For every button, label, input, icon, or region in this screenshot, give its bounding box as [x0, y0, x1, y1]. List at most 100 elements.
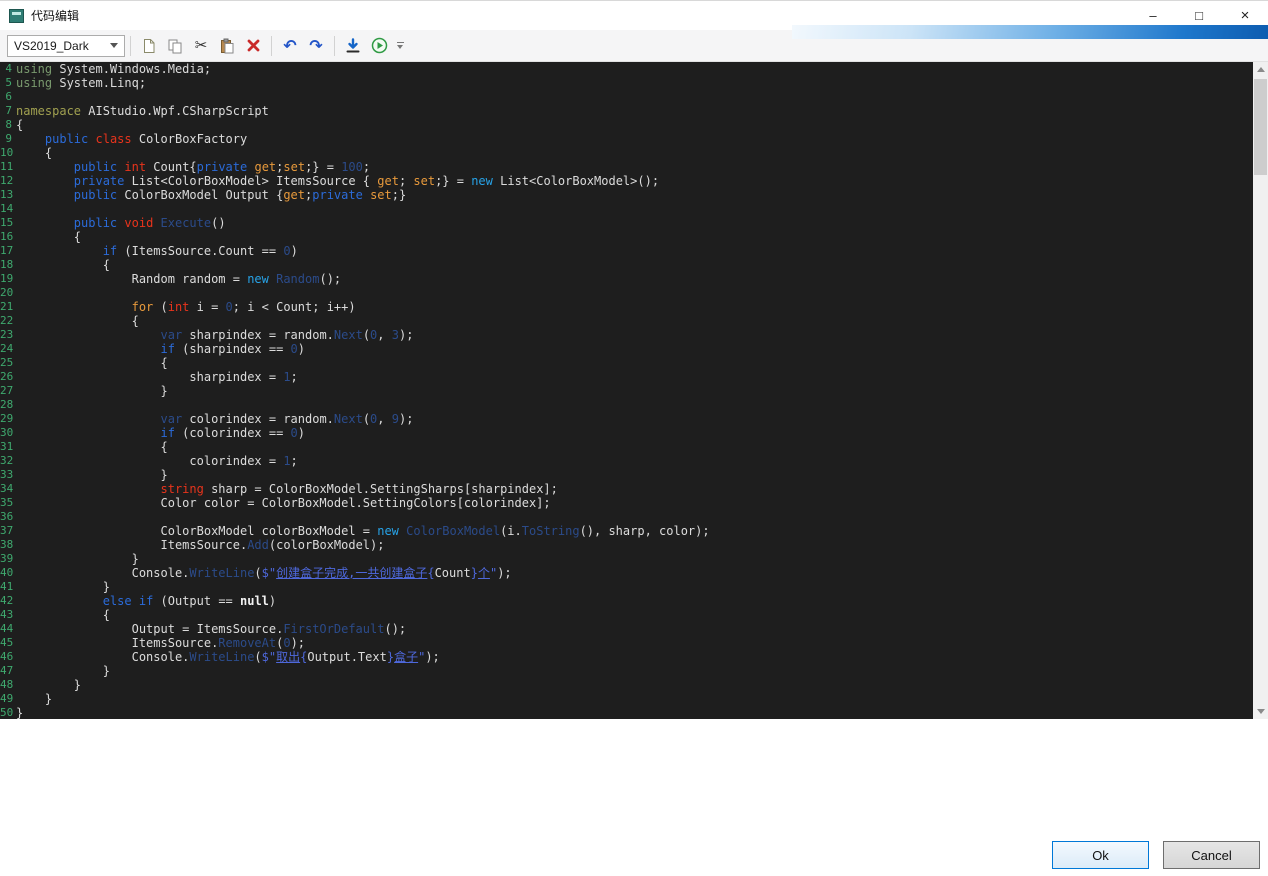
new-doc-icon — [141, 38, 157, 54]
code-line: 44 Output = ItemsSource.FirstOrDefault()… — [0, 622, 1253, 636]
line-number: 31 — [0, 440, 14, 454]
line-number: 50 — [0, 706, 14, 719]
line-number: 45 — [0, 636, 14, 650]
copy-button[interactable] — [163, 34, 187, 58]
line-number: 6 — [0, 90, 14, 104]
theme-selector[interactable]: VS2019_Dark — [7, 35, 125, 57]
line-number: 5 — [0, 76, 14, 90]
vertical-scrollbar[interactable] — [1253, 62, 1268, 719]
paste-button[interactable] — [215, 34, 239, 58]
line-number: 46 — [0, 650, 14, 664]
line-number: 17 — [0, 244, 14, 258]
cancel-button[interactable]: Cancel — [1163, 841, 1260, 869]
scroll-up-button[interactable] — [1253, 62, 1268, 77]
line-number: 49 — [0, 692, 14, 706]
code-line: 40 Console.WriteLine($"创建盒子完成,一共创建盒子{Cou… — [0, 566, 1253, 580]
code-line: 4using System.Windows.Media; — [0, 62, 1253, 76]
background-accent-strip — [792, 25, 1268, 39]
line-number: 47 — [0, 664, 14, 678]
line-number: 15 — [0, 216, 14, 230]
code-line: 35 Color color = ColorBoxModel.SettingCo… — [0, 496, 1253, 510]
code-line: 24 if (sharpindex == 0) — [0, 342, 1253, 356]
toolbar-overflow-icon[interactable] — [395, 35, 405, 57]
code-line: 22 { — [0, 314, 1253, 328]
line-number: 28 — [0, 398, 14, 412]
code-editor[interactable]: 4using System.Windows.Media;5using Syste… — [0, 62, 1253, 719]
theme-selector-value: VS2019_Dark — [14, 39, 89, 53]
code-line: 30 if (colorindex == 0) — [0, 426, 1253, 440]
code-line: 19 Random random = new Random(); — [0, 272, 1253, 286]
run-button[interactable] — [367, 34, 391, 58]
line-number: 43 — [0, 608, 14, 622]
code-line: 17 if (ItemsSource.Count == 0) — [0, 244, 1253, 258]
line-number: 22 — [0, 314, 14, 328]
cut-icon: ✂ — [195, 38, 208, 53]
code-line: 50} — [0, 706, 1253, 719]
line-number: 21 — [0, 300, 14, 314]
code-line: 11 public int Count{private get;set;} = … — [0, 160, 1253, 174]
line-number: 41 — [0, 580, 14, 594]
paste-icon — [219, 38, 235, 54]
redo-icon: ↷ — [309, 38, 322, 54]
code-line: 7namespace AIStudio.Wpf.CSharpScript — [0, 104, 1253, 118]
scroll-up-icon — [1257, 67, 1265, 72]
new-doc-button[interactable] — [137, 34, 161, 58]
code-line: 46 Console.WriteLine($"取出{Output.Text}盒子… — [0, 650, 1253, 664]
code-line: 39 } — [0, 552, 1253, 566]
line-number: 11 — [0, 160, 14, 174]
redo-button[interactable]: ↷ — [304, 34, 328, 58]
code-line: 38 ItemsSource.Add(colorBoxModel); — [0, 538, 1253, 552]
code-line: 12 private List<ColorBoxModel> ItemsSour… — [0, 174, 1253, 188]
line-number: 32 — [0, 454, 14, 468]
code-line: 36 — [0, 510, 1253, 524]
delete-button[interactable] — [241, 34, 265, 58]
cut-button[interactable]: ✂ — [189, 34, 213, 58]
code-line: 37 ColorBoxModel colorBoxModel = new Col… — [0, 524, 1253, 538]
code-line: 25 { — [0, 356, 1253, 370]
code-line: 6 — [0, 90, 1253, 104]
import-button[interactable] — [341, 34, 365, 58]
line-number: 40 — [0, 566, 14, 580]
delete-icon — [246, 38, 261, 53]
code-line: 42 else if (Output == null) — [0, 594, 1253, 608]
line-number: 39 — [0, 552, 14, 566]
undo-icon: ↶ — [283, 38, 296, 54]
line-number: 13 — [0, 188, 14, 202]
line-number: 42 — [0, 594, 14, 608]
line-number: 12 — [0, 174, 14, 188]
line-number: 7 — [0, 104, 14, 118]
code-line: 5using System.Linq; — [0, 76, 1253, 90]
undo-button[interactable]: ↶ — [278, 34, 302, 58]
line-number: 18 — [0, 258, 14, 272]
line-number: 35 — [0, 496, 14, 510]
code-line: 49 } — [0, 692, 1253, 706]
copy-icon — [167, 38, 183, 54]
line-number: 26 — [0, 370, 14, 384]
code-line: 26 sharpindex = 1; — [0, 370, 1253, 384]
code-line: 9 public class ColorBoxFactory — [0, 132, 1253, 146]
code-line: 31 { — [0, 440, 1253, 454]
line-number: 25 — [0, 356, 14, 370]
line-number: 34 — [0, 482, 14, 496]
code-line: 29 var colorindex = random.Next(0, 9); — [0, 412, 1253, 426]
code-line: 16 { — [0, 230, 1253, 244]
code-line: 28 — [0, 398, 1253, 412]
line-number: 44 — [0, 622, 14, 636]
chevron-down-icon — [110, 43, 118, 48]
line-number: 48 — [0, 678, 14, 692]
ok-button[interactable]: Ok — [1052, 841, 1149, 869]
window-title: 代码编辑 — [31, 7, 79, 24]
line-number: 29 — [0, 412, 14, 426]
scroll-down-button[interactable] — [1253, 704, 1268, 719]
import-icon — [345, 38, 361, 54]
run-icon — [371, 37, 388, 54]
toolbar-separator — [130, 36, 131, 56]
code-line: 20 — [0, 286, 1253, 300]
bottom-panel: Ok Cancel — [0, 719, 1268, 876]
scrollbar-thumb[interactable] — [1254, 79, 1267, 175]
line-number: 4 — [0, 62, 14, 76]
code-line: 21 for (int i = 0; i < Count; i++) — [0, 300, 1253, 314]
line-number: 8 — [0, 118, 14, 132]
code-line: 13 public ColorBoxModel Output {get;priv… — [0, 188, 1253, 202]
code-line: 47 } — [0, 664, 1253, 678]
